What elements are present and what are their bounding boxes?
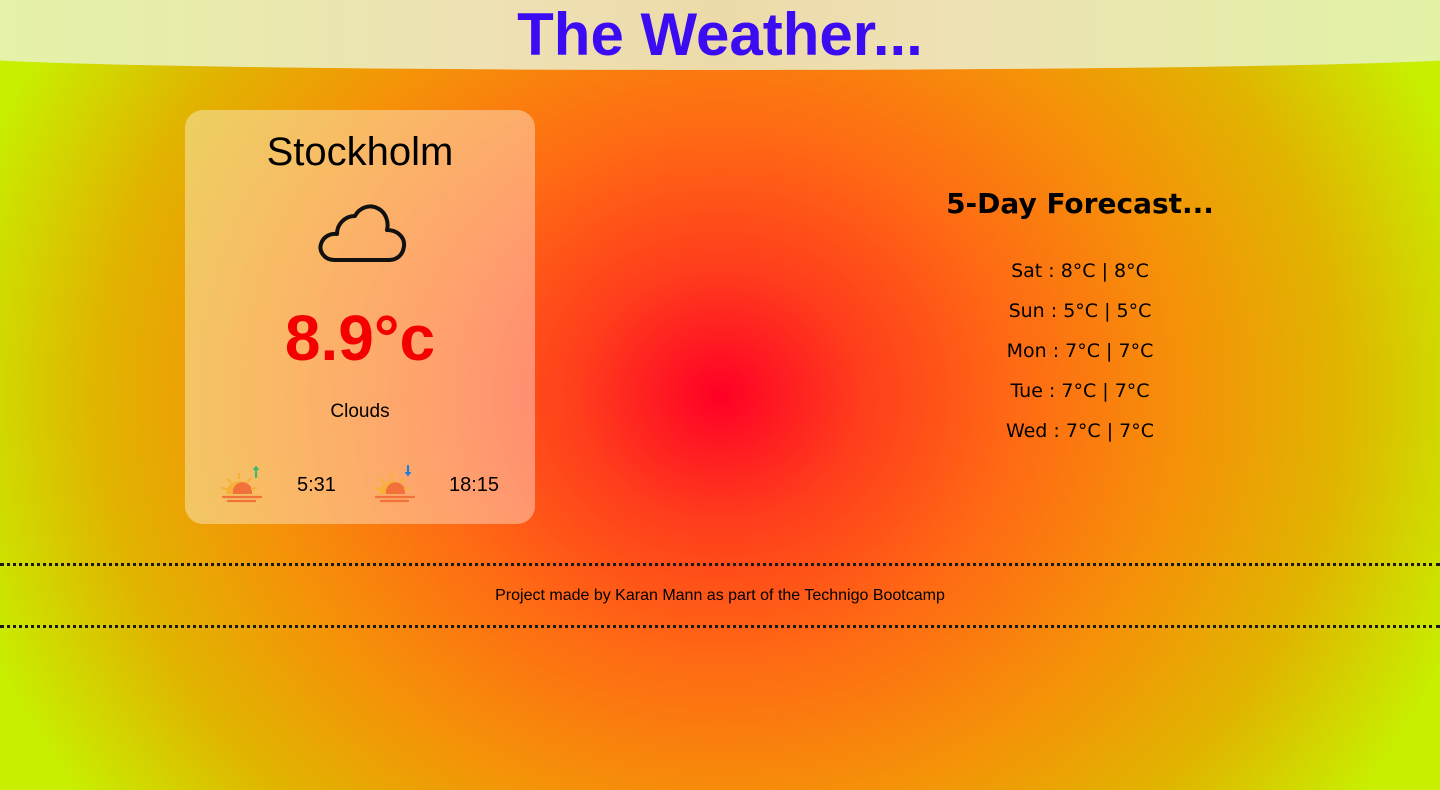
forecast-title: 5-Day Forecast... xyxy=(946,187,1214,220)
city-name: Stockholm xyxy=(266,130,454,174)
sunset-time: 18:15 xyxy=(449,474,500,496)
page-title: The Weather... xyxy=(517,1,923,68)
forecast-day: Mon : 7°C | 7°C xyxy=(1006,340,1154,362)
forecast-day: Wed : 7°C | 7°C xyxy=(1005,420,1155,442)
footer-credit: Project made by Karan Mann as part of th… xyxy=(495,587,945,604)
weather-description: Clouds xyxy=(330,401,390,422)
current-temperature: 8.9°c xyxy=(284,302,436,374)
forecast-day: Sat : 8°C | 8°C xyxy=(1011,260,1149,282)
sunset-icon xyxy=(373,464,416,503)
forecast-day: Tue : 7°C | 7°C xyxy=(1010,380,1150,402)
sunrise-icon xyxy=(220,465,263,503)
forecast-list: Sat : 8°C | 8°C Sun : 5°C | 5°C Mon : 7°… xyxy=(880,256,1280,456)
footer-bottom-divider xyxy=(0,625,1440,628)
sunrise-time: 5:31 xyxy=(297,474,336,496)
cloud-icon xyxy=(318,204,407,262)
forecast-day: Sun : 5°C | 5°C xyxy=(1008,300,1152,322)
footer-top-divider xyxy=(0,563,1440,566)
